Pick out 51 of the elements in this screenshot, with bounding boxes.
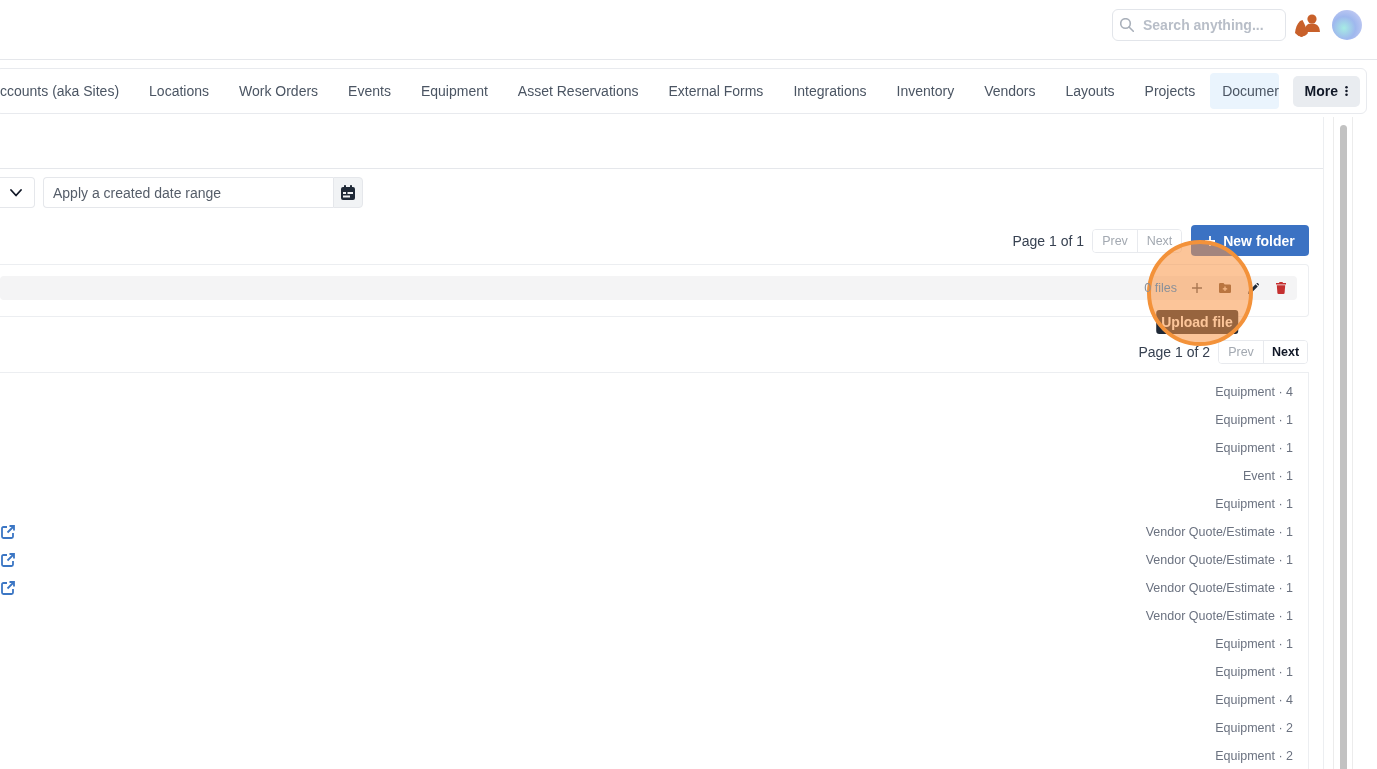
nav-tab[interactable]: Vendors bbox=[969, 73, 1051, 109]
nav-tab[interactable]: Equipment bbox=[405, 73, 503, 109]
calendar-button[interactable] bbox=[333, 177, 363, 208]
record-type-count: Vendor Quote/Estimate · 1 bbox=[1145, 581, 1293, 595]
record-type-count: Vendor Quote/Estimate · 1 bbox=[1145, 609, 1293, 623]
record-type-count: Equipment · 1 bbox=[1215, 637, 1293, 651]
chevron-down-icon bbox=[10, 188, 22, 197]
record-type-count: Equipment · 1 bbox=[1215, 441, 1293, 455]
nav-tab[interactable]: Projects bbox=[1129, 73, 1211, 109]
search-icon bbox=[1120, 18, 1134, 32]
nav-tab[interactable]: ccounts (aka Sites) bbox=[0, 73, 135, 109]
new-folder-button[interactable]: New folder bbox=[1191, 225, 1309, 256]
scrollbar-thumb[interactable] bbox=[1339, 125, 1347, 769]
tooltip: Upload file bbox=[1156, 310, 1238, 334]
nav-tab[interactable]: Documer bbox=[1210, 73, 1279, 109]
external-link-icon[interactable] bbox=[1, 553, 15, 567]
nav-tab[interactable]: Layouts bbox=[1050, 73, 1130, 109]
record-type-count: Event · 1 bbox=[1242, 469, 1293, 483]
page-indicator: Page 1 of 1 bbox=[1012, 232, 1084, 249]
calendar-icon bbox=[341, 185, 355, 200]
record-type-count: Vendor Quote/Estimate · 1 bbox=[1145, 525, 1293, 539]
record-type-count: Equipment · 4 bbox=[1215, 385, 1293, 399]
record-type-count: Equipment · 1 bbox=[1215, 413, 1293, 427]
more-button[interactable]: More bbox=[1292, 75, 1360, 107]
people-icon[interactable] bbox=[1294, 13, 1320, 37]
trash-icon bbox=[1276, 282, 1286, 294]
external-link-icon[interactable] bbox=[1, 525, 15, 539]
plus-icon bbox=[1205, 235, 1216, 246]
nav-tab[interactable]: Asset Reservations bbox=[502, 73, 654, 109]
vertical-dots-icon bbox=[1345, 85, 1348, 97]
nav-tab[interactable]: Inventory bbox=[881, 73, 970, 109]
record-type-count: Equipment · 2 bbox=[1215, 749, 1293, 763]
nav-tab[interactable]: Locations bbox=[134, 73, 224, 109]
record-type-count: Equipment · 1 bbox=[1215, 665, 1293, 679]
date-range-field[interactable]: Apply a created date range bbox=[43, 177, 333, 208]
page-indicator: Page 1 of 2 bbox=[1138, 344, 1210, 360]
nav-tab[interactable]: Work Orders bbox=[224, 73, 334, 109]
next-button[interactable]: Next bbox=[1263, 341, 1307, 363]
folder-plus-icon bbox=[1219, 283, 1231, 293]
pencil-icon bbox=[1247, 282, 1259, 294]
record-type-count: Vendor Quote/Estimate · 1 bbox=[1145, 553, 1293, 567]
plus-icon bbox=[1192, 283, 1202, 293]
external-link-icon[interactable] bbox=[1, 581, 15, 595]
search-field[interactable]: Search anything... bbox=[1112, 9, 1286, 41]
nav-tab[interactable]: Integrations bbox=[778, 73, 882, 109]
record-type-count: Equipment · 2 bbox=[1215, 721, 1293, 735]
nav-tab[interactable]: External Forms bbox=[653, 73, 779, 109]
select-field[interactable] bbox=[0, 177, 35, 208]
record-type-count: Equipment · 4 bbox=[1215, 693, 1293, 707]
nav-tab[interactable]: Events bbox=[333, 73, 406, 109]
record-type-count: Equipment · 1 bbox=[1215, 497, 1293, 511]
